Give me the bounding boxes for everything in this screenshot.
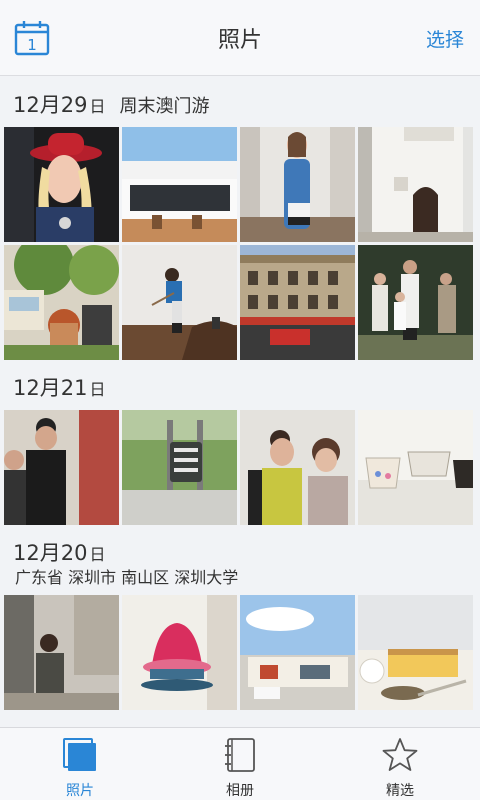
album-icon <box>221 736 259 778</box>
photo-thumbnail[interactable] <box>240 245 355 360</box>
section-header: 12月29 日 周末澳门游 <box>0 77 480 127</box>
section-date: 12月29 日 周末澳门游 <box>13 89 209 119</box>
date-day-suffix: 日 <box>89 545 106 564</box>
photos-icon <box>61 736 99 778</box>
calendar-icon[interactable]: 1 <box>14 20 50 56</box>
photo-thumbnail[interactable] <box>358 245 473 360</box>
photo-thumbnail[interactable] <box>240 595 355 710</box>
section-date: 12月21 日 <box>13 372 105 402</box>
calendar-day-number: 1 <box>27 36 37 54</box>
tab-albums[interactable]: 相册 <box>160 728 320 800</box>
photo-thumbnail[interactable] <box>358 127 473 242</box>
photo-grid <box>0 127 480 360</box>
photo-thumbnail[interactable] <box>358 595 473 710</box>
photo-thumbnail[interactable] <box>122 410 237 525</box>
date-section: 12月20 日 广东省 深圳市 南山区 深圳大学 <box>0 525 480 710</box>
photo-thumbnail[interactable] <box>122 127 237 242</box>
bottom-tab-bar: 照片 相册 精选 <box>0 727 480 800</box>
photo-thumbnail[interactable] <box>4 595 119 710</box>
tab-label: 照片 <box>66 783 94 799</box>
date-day-suffix: 日 <box>89 380 106 399</box>
date-number: 12月21 <box>13 376 88 400</box>
photo-grid <box>0 410 480 525</box>
section-location: 广东省 深圳市 南山区 深圳大学 <box>15 568 239 587</box>
section-header: 12月21 日 <box>0 360 480 410</box>
tab-photos[interactable]: 照片 <box>0 728 160 800</box>
photo-thumbnail[interactable] <box>122 245 237 360</box>
photo-thumbnail[interactable] <box>122 595 237 710</box>
date-number: 12月20 <box>13 541 88 565</box>
photo-thumbnail[interactable] <box>240 410 355 525</box>
star-icon <box>381 736 419 778</box>
tab-label: 精选 <box>386 783 414 799</box>
date-section: 12月29 日 周末澳门游 <box>0 77 480 360</box>
photo-timeline[interactable]: 12月29 日 周末澳门游 12月21 日 12月20 日 广东省 深圳市 南山… <box>0 77 480 727</box>
photo-thumbnail[interactable] <box>240 127 355 242</box>
photo-grid <box>0 595 480 710</box>
photo-thumbnail[interactable] <box>358 410 473 525</box>
page-title: 照片 <box>217 28 262 53</box>
date-day-suffix: 日 <box>89 97 106 116</box>
photo-thumbnail[interactable] <box>4 245 119 360</box>
top-navigation-bar: 1 照片 选择 <box>0 0 480 76</box>
tab-label: 相册 <box>226 783 254 799</box>
tab-featured[interactable]: 精选 <box>320 728 480 800</box>
photo-thumbnail[interactable] <box>4 127 119 242</box>
section-location: 周末澳门游 <box>119 96 210 117</box>
photo-thumbnail[interactable] <box>4 410 119 525</box>
date-section: 12月21 日 <box>0 360 480 525</box>
date-number: 12月29 <box>13 93 88 117</box>
select-button[interactable]: 选择 <box>426 25 464 52</box>
section-date: 12月20 日 <box>13 537 105 567</box>
